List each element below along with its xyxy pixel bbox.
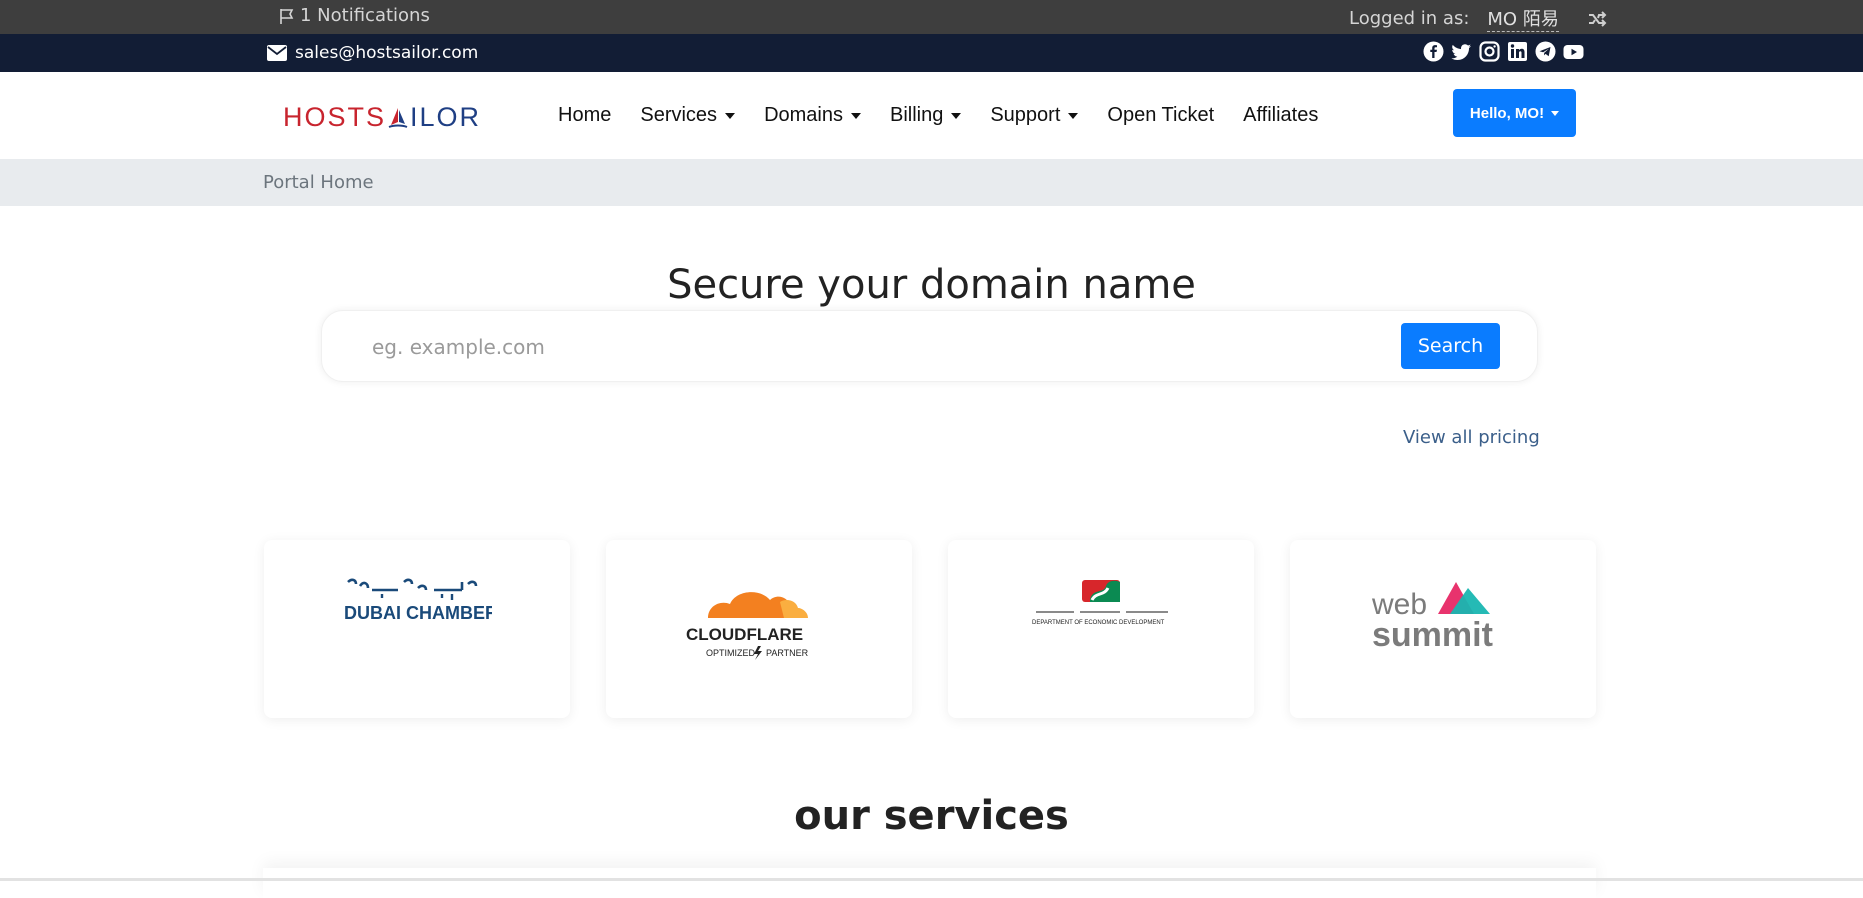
nav-billing[interactable]: Billing xyxy=(889,104,962,127)
logo-text-left: HOSTS xyxy=(283,102,387,132)
switch-account-icon[interactable] xyxy=(1587,9,1607,29)
notifications-link[interactable]: 1 Notifications xyxy=(278,5,430,26)
domain-search-button[interactable]: Search xyxy=(1401,323,1500,369)
youtube-icon[interactable] xyxy=(1563,41,1584,62)
dubai-chamber-logo: DUBAI CHAMBER xyxy=(344,578,492,623)
partner-card-cloudflare: CLOUDFLARE OPTIMIZED PARTNER xyxy=(606,540,912,718)
nav-support-label: Support xyxy=(990,104,1061,126)
nav-home-label: Home xyxy=(558,104,612,126)
facebook-icon[interactable] xyxy=(1423,41,1444,62)
main-nav: Home Services Domains Billing Support Op… xyxy=(558,104,1318,127)
nav-support[interactable]: Support xyxy=(990,104,1079,127)
breadcrumb: Portal Home xyxy=(0,159,1863,206)
telegram-icon[interactable] xyxy=(1535,41,1556,62)
nav-billing-label: Billing xyxy=(889,104,944,126)
social-links xyxy=(1423,41,1584,62)
domain-search-input[interactable] xyxy=(372,329,1372,365)
instagram-icon[interactable] xyxy=(1479,41,1500,62)
cloudflare-logo: CLOUDFLARE OPTIMIZED PARTNER xyxy=(686,592,809,660)
logged-in-label: Logged in as: xyxy=(1349,8,1470,29)
domain-search-box: Search xyxy=(321,310,1538,382)
top-bar: 1 Notifications Logged in as: MO 陌易 xyxy=(0,0,1863,34)
partner-card-economic-development: DEPARTMENT OF ECONOMIC DEVELOPMENT xyxy=(948,540,1254,718)
partner-card-dubai-chamber: DUBAI CHAMBER xyxy=(264,540,570,718)
account-menu-label: Hello, MO! xyxy=(1469,104,1545,122)
twitter-icon[interactable] xyxy=(1451,41,1472,62)
svg-text:PARTNER: PARTNER xyxy=(766,648,809,658)
notifications-label: 1 Notifications xyxy=(300,5,430,26)
main-header: HOSTS ILOR Home Services Domains Billing… xyxy=(0,72,1863,159)
user-name-link[interactable]: MO 陌易 xyxy=(1487,5,1559,32)
svg-text:summit: summit xyxy=(1372,616,1493,654)
caret-down-icon xyxy=(1551,110,1560,116)
account-menu-button[interactable]: Hello, MO! xyxy=(1453,89,1576,137)
caret-down-icon xyxy=(725,112,736,119)
services-panel xyxy=(263,868,1596,898)
partner-card-web-summit: web summit xyxy=(1290,540,1596,718)
economic-development-logo: DEPARTMENT OF ECONOMIC DEVELOPMENT xyxy=(1032,580,1168,626)
web-summit-logo: web summit xyxy=(1371,582,1493,654)
logged-in-area: Logged in as: MO 陌易 xyxy=(1349,5,1607,32)
nav-open-ticket[interactable]: Open Ticket xyxy=(1107,104,1214,127)
nav-domains-label: Domains xyxy=(764,104,843,126)
logo-text-right: ILOR xyxy=(410,102,482,132)
caret-down-icon xyxy=(951,112,962,119)
nav-services-label: Services xyxy=(640,104,718,126)
contact-bar: sales@hostsailor.com xyxy=(0,34,1863,72)
svg-text:OPTIMIZED: OPTIMIZED xyxy=(706,648,755,658)
nav-home[interactable]: Home xyxy=(558,104,611,127)
nav-domains[interactable]: Domains xyxy=(764,104,861,127)
nav-open-ticket-label: Open Ticket xyxy=(1107,104,1215,126)
breadcrumb-portal-home[interactable]: Portal Home xyxy=(263,172,374,193)
sail-icon xyxy=(388,107,408,128)
svg-text:DEPARTMENT OF ECONOMIC DEVELOP: DEPARTMENT OF ECONOMIC DEVELOPMENT xyxy=(1032,620,1165,626)
hostsailor-logo[interactable]: HOSTS ILOR xyxy=(283,102,481,133)
nav-services[interactable]: Services xyxy=(640,104,736,127)
linkedin-icon[interactable] xyxy=(1507,41,1528,62)
nav-affiliates[interactable]: Affiliates xyxy=(1243,104,1318,127)
caret-down-icon xyxy=(1068,112,1079,119)
caret-down-icon xyxy=(850,112,861,119)
envelope-icon xyxy=(267,45,287,61)
email-text: sales@hostsailor.com xyxy=(295,43,479,63)
email-link[interactable]: sales@hostsailor.com xyxy=(267,43,478,63)
svg-text:CLOUDFLARE: CLOUDFLARE xyxy=(686,625,803,644)
domain-search-title: Secure your domain name xyxy=(667,262,1196,308)
services-title: our services xyxy=(794,793,1069,839)
nav-affiliates-label: Affiliates xyxy=(1243,104,1319,126)
svg-text:DUBAI CHAMBER: DUBAI CHAMBER xyxy=(344,603,492,623)
flag-icon xyxy=(280,8,294,24)
view-all-pricing-link[interactable]: View all pricing xyxy=(1403,427,1540,448)
